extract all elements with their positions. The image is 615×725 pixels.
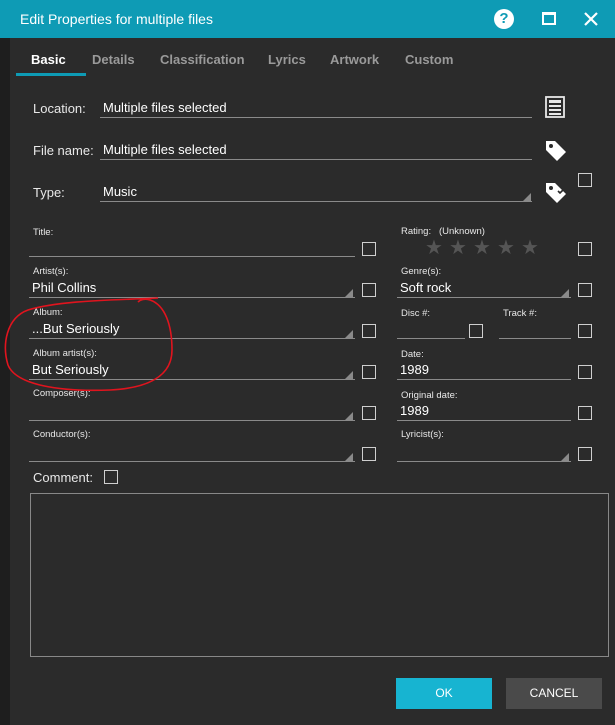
album-artists-dropdown-arrow[interactable]: [345, 371, 353, 379]
window-title: Edit Properties for multiple files: [20, 11, 213, 27]
artists-dropdown-arrow[interactable]: [345, 289, 353, 297]
conductors-label: Conductor(s):: [33, 429, 91, 440]
location-underline: [100, 117, 532, 118]
maximize-icon: [542, 12, 556, 25]
filename-field[interactable]: Multiple files selected: [103, 142, 227, 157]
comment-checkbox[interactable]: [104, 470, 118, 484]
type-checkbox[interactable]: [578, 173, 592, 187]
artists-label: Artist(s):: [33, 266, 69, 277]
active-tab-indicator: [16, 73, 86, 76]
title-checkbox[interactable]: [362, 242, 376, 256]
filename-label: File name:: [33, 143, 94, 158]
original-date-label: Original date:: [401, 390, 458, 401]
rating-star-3[interactable]: ★: [473, 238, 491, 258]
date-underline: [397, 379, 571, 380]
title-bar: Edit Properties for multiple files ?: [0, 0, 615, 38]
album-checkbox[interactable]: [362, 324, 376, 338]
genre-checkbox[interactable]: [578, 283, 592, 297]
help-icon: ?: [494, 9, 514, 29]
composers-checkbox[interactable]: [362, 406, 376, 420]
album-artists-label: Album artist(s):: [33, 348, 97, 359]
cancel-button[interactable]: CANCEL: [506, 678, 602, 709]
album-dropdown-arrow[interactable]: [345, 330, 353, 338]
original-date-underline: [397, 420, 571, 421]
date-checkbox[interactable]: [578, 365, 592, 379]
track-checkbox[interactable]: [578, 324, 592, 338]
genre-dropdown-arrow[interactable]: [561, 289, 569, 297]
album-label: Album:: [33, 307, 63, 318]
comment-label: Comment:: [33, 470, 93, 485]
title-label: Title:: [33, 227, 54, 238]
help-button[interactable]: ?: [491, 6, 517, 32]
rating-label: Rating:: [401, 226, 432, 237]
track-underline: [499, 338, 571, 339]
ok-button[interactable]: OK: [396, 678, 492, 709]
type-underline: [100, 201, 532, 202]
rating-star-1[interactable]: ★: [425, 238, 443, 258]
genre-field[interactable]: Soft rock: [400, 280, 451, 295]
rating-star-5[interactable]: ★: [521, 238, 539, 258]
comment-textarea[interactable]: [30, 493, 609, 657]
original-date-field[interactable]: 1989: [400, 403, 429, 418]
tab-basic[interactable]: Basic: [31, 52, 66, 67]
location-label: Location:: [33, 101, 86, 116]
tag-icon[interactable]: [544, 138, 568, 162]
type-dropdown-arrow[interactable]: [523, 193, 531, 201]
album-artists-field[interactable]: But Seriously: [32, 362, 109, 377]
close-button[interactable]: [578, 6, 604, 32]
auto-tag-icon[interactable]: [544, 180, 568, 204]
tab-lyrics[interactable]: Lyrics: [268, 52, 306, 67]
lyricists-dropdown-arrow[interactable]: [561, 453, 569, 461]
dialog-content: Basic Details Classification Lyrics Artw…: [10, 38, 615, 725]
type-label: Type:: [33, 185, 65, 200]
album-underline: [29, 338, 355, 339]
composers-label: Composer(s):: [33, 388, 91, 399]
rating-star-2[interactable]: ★: [449, 238, 467, 258]
album-artists-checkbox[interactable]: [362, 365, 376, 379]
lyricists-label: Lyricist(s):: [401, 429, 444, 440]
lyricists-underline: [397, 461, 571, 462]
date-label: Date:: [401, 349, 424, 360]
date-field[interactable]: 1989: [400, 362, 429, 377]
album-field[interactable]: ...But Seriously: [32, 321, 119, 336]
artists-underline: [29, 297, 355, 298]
conductors-checkbox[interactable]: [362, 447, 376, 461]
close-icon: [584, 12, 598, 26]
file-browse-icon[interactable]: [544, 96, 566, 118]
type-select[interactable]: Music: [103, 184, 137, 199]
tab-custom[interactable]: Custom: [405, 52, 453, 67]
artists-field[interactable]: Phil Collins: [32, 280, 96, 295]
disc-underline: [397, 338, 465, 339]
composers-underline: [29, 420, 355, 421]
conductors-underline: [29, 461, 355, 462]
filename-underline: [100, 159, 532, 160]
tab-artwork[interactable]: Artwork: [330, 52, 379, 67]
album-artists-underline: [29, 379, 355, 380]
tab-classification[interactable]: Classification: [160, 52, 245, 67]
original-date-checkbox[interactable]: [578, 406, 592, 420]
title-underline: [29, 256, 355, 257]
rating-unknown-text: (Unknown): [439, 226, 485, 237]
genre-underline: [397, 297, 571, 298]
disc-label: Disc #:: [401, 308, 431, 319]
genre-label: Genre(s):: [401, 266, 442, 277]
rating-star-4[interactable]: ★: [497, 238, 515, 258]
track-label: Track #:: [503, 308, 537, 319]
location-field[interactable]: Multiple files selected: [103, 100, 227, 115]
disc-checkbox[interactable]: [469, 324, 483, 338]
artists-checkbox[interactable]: [362, 283, 376, 297]
maximize-button[interactable]: [536, 6, 562, 32]
tab-bar: Basic Details Classification Lyrics Artw…: [10, 38, 615, 76]
tab-details[interactable]: Details: [92, 52, 135, 67]
conductors-dropdown-arrow[interactable]: [345, 453, 353, 461]
rating-checkbox[interactable]: [578, 242, 592, 256]
lyricists-checkbox[interactable]: [578, 447, 592, 461]
composers-dropdown-arrow[interactable]: [345, 412, 353, 420]
